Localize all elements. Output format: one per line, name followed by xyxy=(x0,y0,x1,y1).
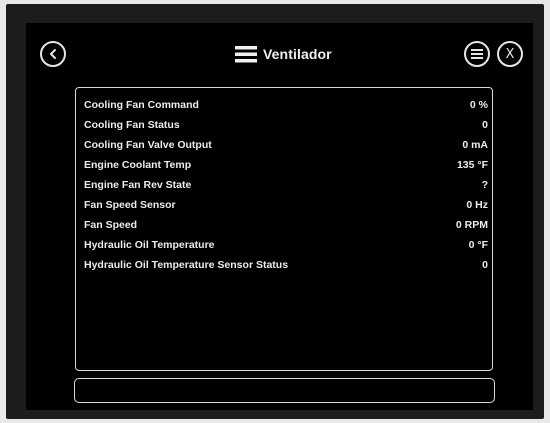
parameter-name: Hydraulic Oil Temperature xyxy=(84,239,215,251)
parameter-value: 0 % xyxy=(469,99,488,111)
header-bar: Ventilador X xyxy=(26,23,533,83)
parameter-value: 0 xyxy=(482,119,488,131)
parameter-panel: Cooling Fan Command 0 % Cooling Fan Stat… xyxy=(75,87,493,371)
parameter-value: 0 RPM xyxy=(455,219,488,231)
parameter-name: Engine Coolant Temp xyxy=(84,159,192,171)
parameter-name: Cooling Fan Status xyxy=(84,119,180,131)
parameter-name: Engine Fan Rev State xyxy=(84,179,192,191)
parameter-name: Fan Speed xyxy=(84,219,138,231)
parameter-row: Hydraulic Oil Temperature Sensor Status … xyxy=(84,255,488,275)
close-icon: X xyxy=(505,46,515,62)
display-screen: Ventilador X Cooling Fan Command 0 % Coo… xyxy=(26,23,533,410)
parameter-row: Cooling Fan Valve Output 0 mA xyxy=(84,135,488,155)
parameter-row: Fan Speed Sensor 0 Hz xyxy=(84,195,488,215)
device-bezel: Ventilador X Cooling Fan Command 0 % Coo… xyxy=(6,4,544,419)
parameter-value: 135 °F xyxy=(456,159,488,171)
parameter-value: ? xyxy=(481,179,488,191)
parameter-name: Hydraulic Oil Temperature Sensor Status xyxy=(84,259,289,271)
list-button[interactable] xyxy=(464,41,490,67)
parameter-row: Engine Coolant Temp 135 °F xyxy=(84,155,488,175)
back-arrow-icon xyxy=(50,49,56,59)
page-title: Ventilador xyxy=(263,46,332,62)
status-input-bar[interactable] xyxy=(74,378,495,403)
parameter-value: 0 mA xyxy=(462,139,488,151)
parameter-row: Cooling Fan Status 0 xyxy=(84,115,488,135)
close-button[interactable]: X xyxy=(497,41,523,67)
parameter-list: Cooling Fan Command 0 % Cooling Fan Stat… xyxy=(84,95,488,275)
parameter-value: 0 °F xyxy=(468,239,488,251)
back-button[interactable] xyxy=(40,41,66,67)
parameter-row: Cooling Fan Command 0 % xyxy=(84,95,488,115)
menu-icon xyxy=(235,45,257,62)
parameter-row: Hydraulic Oil Temperature 0 °F xyxy=(84,235,488,255)
parameter-row: Fan Speed 0 RPM xyxy=(84,215,488,235)
parameter-row: Engine Fan Rev State ? xyxy=(84,175,488,195)
parameter-name: Cooling Fan Valve Output xyxy=(84,139,212,151)
parameter-name: Cooling Fan Command xyxy=(84,99,199,111)
title-group: Ventilador xyxy=(235,44,332,64)
parameter-value: 0 Hz xyxy=(466,199,488,211)
list-icon xyxy=(471,49,483,59)
parameter-value: 0 xyxy=(482,259,488,271)
parameter-name: Fan Speed Sensor xyxy=(84,199,176,211)
